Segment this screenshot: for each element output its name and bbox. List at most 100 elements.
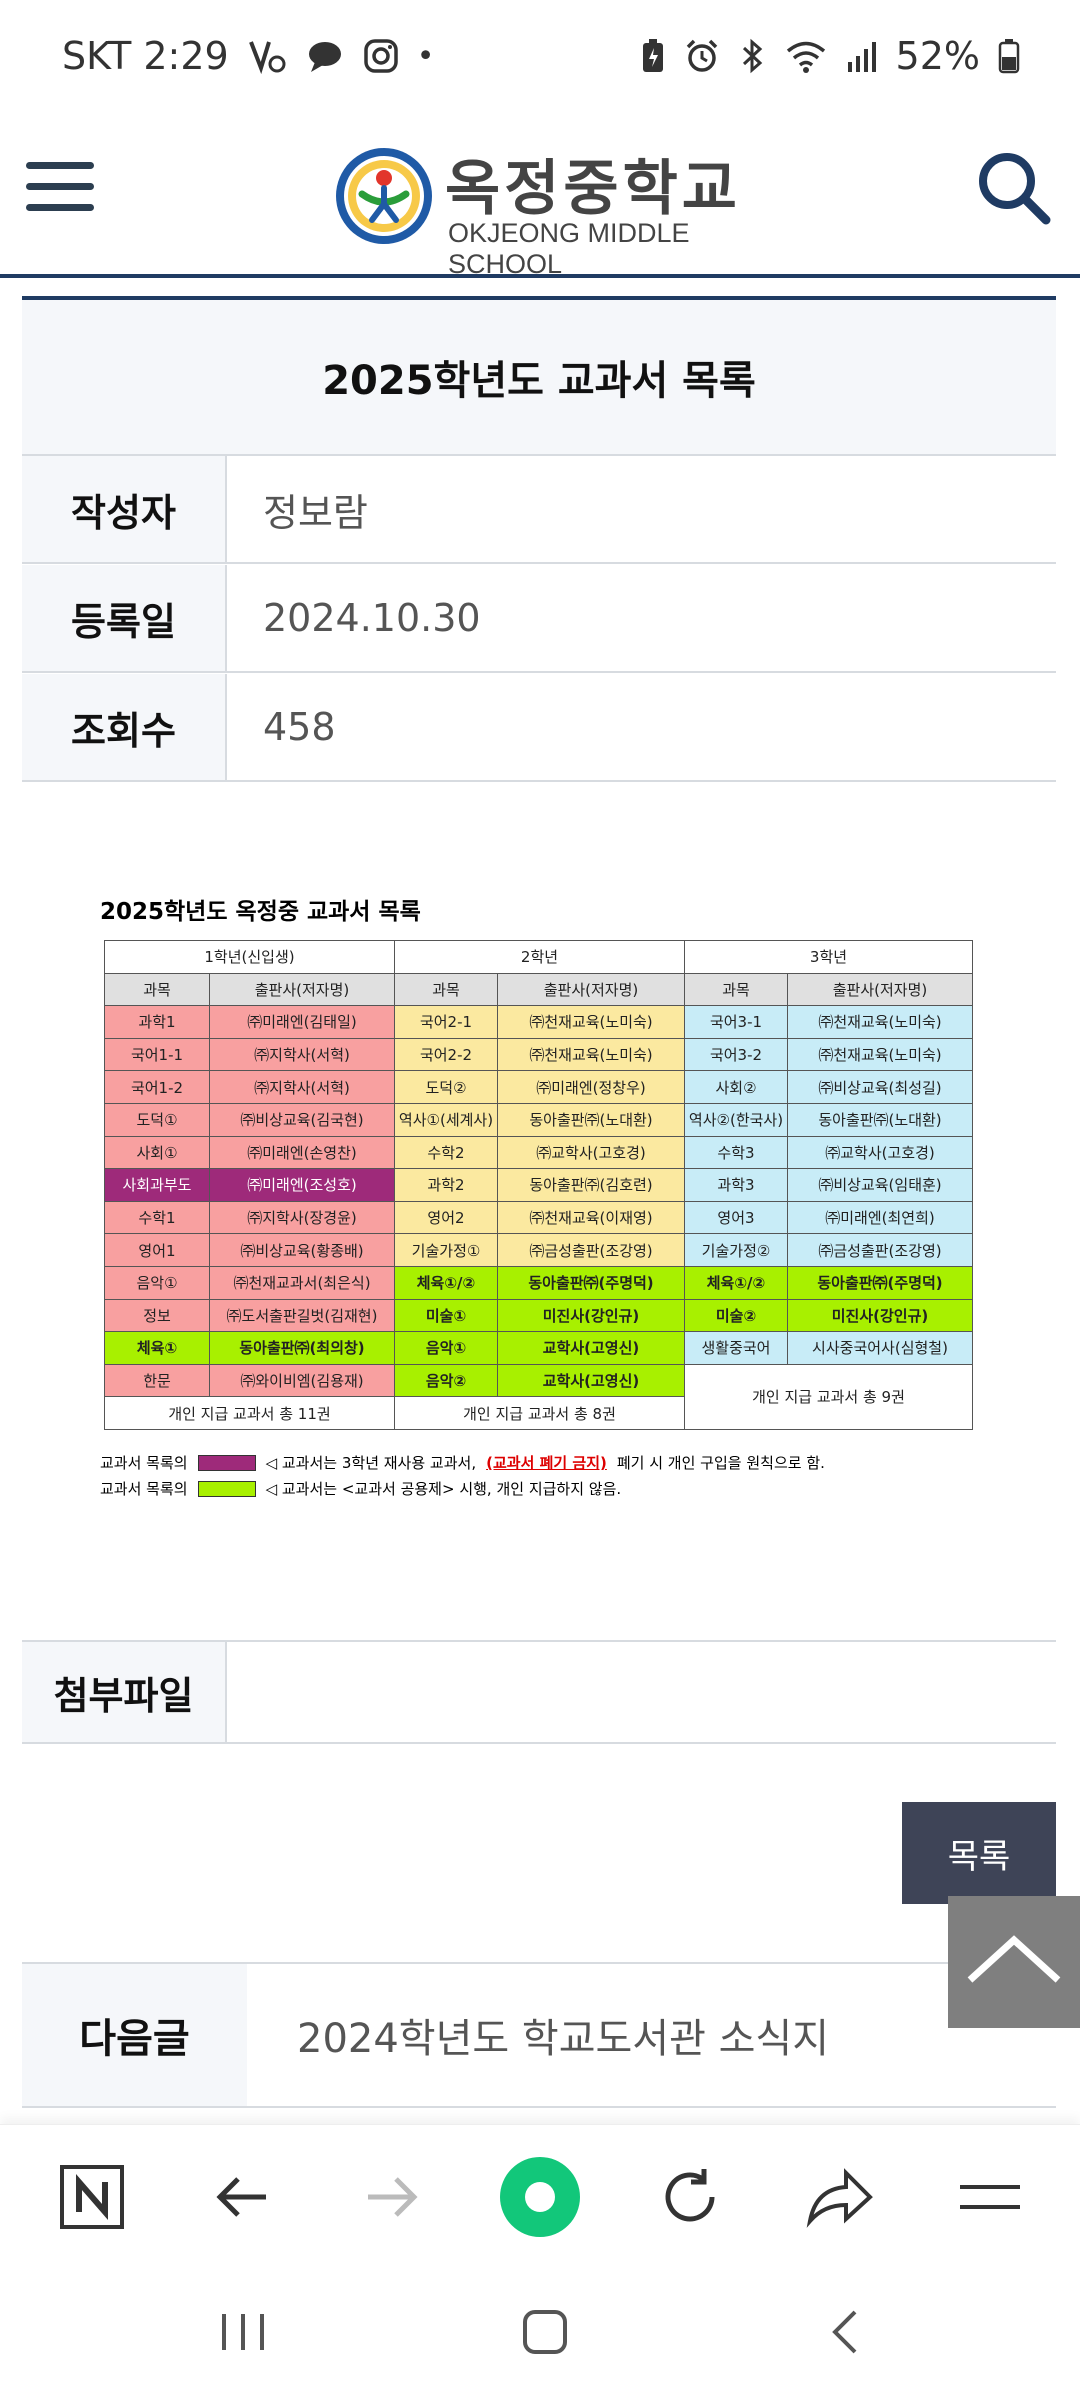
subject-cell: 영어1 — [104, 1233, 210, 1267]
grade-2-header: 2학년 — [394, 940, 685, 974]
recent-apps-icon[interactable] — [208, 2302, 278, 2362]
publisher-cell: ㈜천재교육(노미숙) — [787, 1005, 973, 1039]
col-publisher: 출판사(저자명) — [497, 972, 685, 1007]
school-logo[interactable]: 옥정중학교 OKJEONG MIDDLE SCHOOL — [332, 132, 752, 279]
back-icon[interactable] — [810, 2302, 880, 2362]
publisher-cell: ㈜미래엔(정창우) — [497, 1070, 685, 1104]
subject-cell: 과학1 — [104, 1005, 210, 1039]
meta-label: 조회수 — [22, 674, 227, 780]
legend-reuse: 교과서 목록의 ◁ 교과서는 3학년 재사용 교과서, (교과서 폐기 금지) … — [100, 1452, 825, 1473]
subject-cell: 음악① — [104, 1265, 210, 1300]
publisher-cell: ㈜미래엔(조성호) — [209, 1168, 395, 1202]
battery-saver-icon — [642, 39, 663, 72]
subject-cell: 미술② — [684, 1298, 788, 1333]
forward-arrow-icon[interactable] — [350, 2155, 434, 2239]
next-post-row[interactable]: 다음글 2024학년도 학교도서관 소식지 — [22, 1962, 1056, 2108]
scroll-top-button[interactable] — [948, 1896, 1080, 2028]
subject-cell: 국어2-1 — [394, 1005, 498, 1039]
publisher-cell: ㈜비상교육(황종배) — [209, 1233, 395, 1267]
subject-cell: 과학3 — [684, 1168, 788, 1202]
legend-text: 폐기 시 개인 구입을 원칙으로 함. — [616, 1454, 825, 1472]
publisher-cell: ㈜천재교육(노미숙) — [497, 1037, 685, 1072]
table-row: 한문 ㈜와이비엠(김용재) 음악② 교학사(고영신) 개인 지급 교과서 총 9권 — [104, 1363, 973, 1430]
grade-3-header: 3학년 — [684, 940, 973, 974]
legend-text: ◁ 교과서는 <교과서 공용제> 시행, 개인 지급하지 않음. — [265, 1480, 622, 1498]
logo-title: 옥정중학교 — [445, 154, 741, 224]
browser-toolbar — [0, 2124, 1080, 2266]
publisher-cell: ㈜비상교육(임태훈) — [787, 1168, 973, 1202]
publisher-cell: ㈜도서출판길벗(김재현) — [209, 1298, 395, 1333]
table-row: 국어1-1 ㈜지학사(서혁) 국어2-2 ㈜천재교육(노미숙) 국어3-2 ㈜천재교육(노… — [104, 1037, 973, 1072]
list-button[interactable]: 목록 — [902, 1802, 1056, 1904]
publisher-cell: ㈜와이비엠(김용재) — [209, 1363, 395, 1398]
table-row: 사회과부도 ㈜미래엔(조성호) 과학2 동아출판㈜(김호련) 과학3 ㈜비상교육(임태훈) — [104, 1168, 973, 1202]
subject-cell: 미술① — [394, 1298, 498, 1333]
naver-home-icon[interactable] — [50, 2155, 134, 2239]
battery-icon — [998, 39, 1020, 74]
textbook-list-image: 2025학년도 옥정중 교과서 목록 1학년(신입생) 2학년 3학년 과목 출… — [100, 892, 980, 1512]
meta-row-views: 조회수 458 — [22, 674, 1056, 782]
table-row: 정보 ㈜도서출판길벗(김재현) 미술① 미진사(강인규) 미술② 미진사(강인규) — [104, 1298, 973, 1333]
col-publisher: 출판사(저자명) — [209, 972, 395, 1007]
grade-1-total: 개인 지급 교과서 총 11권 — [104, 1396, 395, 1430]
dot-icon: • — [416, 38, 435, 74]
col-subject: 과목 — [394, 972, 498, 1007]
subject-cell: 수학1 — [104, 1200, 210, 1235]
table-row: 체육① 동아출판㈜(최의창) 음악① 교학사(고영신) 생활중국어 시사중국어사(심형철) — [104, 1331, 973, 1365]
status-left: SKT 2:29 • — [62, 34, 434, 78]
menu-icon[interactable] — [948, 2155, 1032, 2239]
meta-value: 2024.10.30 — [263, 596, 481, 640]
subject-cell: 체육①/② — [394, 1265, 498, 1300]
publisher-cell: ㈜천재교육(이재영) — [497, 1200, 685, 1235]
meta-label: 등록일 — [22, 565, 227, 671]
publisher-cell: ㈜지학사(서혁) — [209, 1070, 395, 1104]
legend-prefix: 교과서 목록의 — [100, 1480, 188, 1498]
post-title: 2025학년도 교과서 목록 — [322, 358, 756, 404]
table-row: 국어1-2 ㈜지학사(서혁) 도덕② ㈜미래엔(정창우) 사회② ㈜비상교육(최성길) — [104, 1070, 973, 1104]
legend-swatch-green — [197, 1480, 256, 1497]
table-row: 음악① ㈜천재교과서(최은식) 체육①/② 동아출판㈜(주명덕) 체육①/② 동아출판㈜(… — [104, 1265, 973, 1300]
subject-cell: 국어1-1 — [104, 1037, 210, 1072]
system-nav-bar — [0, 2266, 1080, 2400]
hamburger-menu-icon[interactable] — [26, 152, 96, 222]
volte-icon — [248, 41, 286, 74]
next-post-title[interactable]: 2024학년도 학교도서관 소식지 — [247, 1964, 829, 2106]
home-icon[interactable] — [510, 2302, 580, 2362]
publisher-cell: 동아출판㈜(김호련) — [497, 1168, 685, 1202]
publisher-cell: ㈜천재교과서(최은식) — [209, 1265, 395, 1300]
wifi-icon — [786, 41, 825, 73]
publisher-cell: ㈜금성출판(조강영) — [497, 1233, 685, 1267]
legend-swatch-purple — [197, 1454, 256, 1471]
share-icon[interactable] — [798, 2155, 882, 2239]
subject-cell: 국어2-2 — [394, 1037, 498, 1072]
col-subject: 과목 — [104, 972, 210, 1007]
subject-cell: 수학2 — [394, 1135, 498, 1170]
column-header-row: 과목 출판사(저자명) 과목 출판사(저자명) 과목 출판사(저자명) — [104, 972, 973, 1007]
col-publisher: 출판사(저자명) — [787, 972, 973, 1007]
publisher-cell: ㈜비상교육(최성길) — [787, 1070, 973, 1104]
publisher-cell: ㈜교학사(고호경) — [787, 1135, 973, 1170]
green-dot-icon[interactable] — [498, 2155, 582, 2239]
search-icon[interactable] — [974, 148, 1054, 228]
doc-title: 2025학년도 옥정중 교과서 목록 — [100, 899, 421, 925]
legend-prefix: 교과서 목록의 — [100, 1454, 188, 1472]
legend-shared: 교과서 목록의 ◁ 교과서는 <교과서 공용제> 시행, 개인 지급하지 않음. — [100, 1478, 621, 1499]
meta-row-date: 등록일 2024.10.30 — [22, 565, 1056, 673]
col-subject: 과목 — [684, 972, 788, 1007]
table-row: 과학1 ㈜미래엔(김태일) 국어2-1 ㈜천재교육(노미숙) 국어3-1 ㈜천재교육(노미… — [104, 1005, 973, 1039]
subject-cell: 국어3-1 — [684, 1005, 788, 1039]
publisher-cell: 동아출판㈜(최의창) — [209, 1331, 395, 1365]
publisher-cell: ㈜교학사(고호경) — [497, 1135, 685, 1170]
battery-percent: 52% — [895, 34, 980, 78]
meta-value: 정보람 — [263, 490, 368, 535]
bluetooth-icon — [742, 38, 762, 74]
subject-cell: 사회과부도 — [104, 1168, 210, 1202]
signal-icon — [847, 42, 876, 72]
table-row: 영어1 ㈜비상교육(황종배) 기술가정① ㈜금성출판(조강영) 기술가정② ㈜금성출판(조… — [104, 1233, 973, 1267]
back-arrow-icon[interactable] — [200, 2155, 284, 2239]
table-row: 도덕① ㈜비상교육(김국현) 역사①(세계사) 동아출판㈜(노대환) 역사②(한국사) 동… — [104, 1102, 973, 1137]
subject-cell: 국어1-2 — [104, 1070, 210, 1104]
refresh-icon[interactable] — [648, 2155, 732, 2239]
subject-cell: 생활중국어 — [684, 1331, 788, 1365]
carrier-time: SKT 2:29 — [62, 34, 229, 78]
